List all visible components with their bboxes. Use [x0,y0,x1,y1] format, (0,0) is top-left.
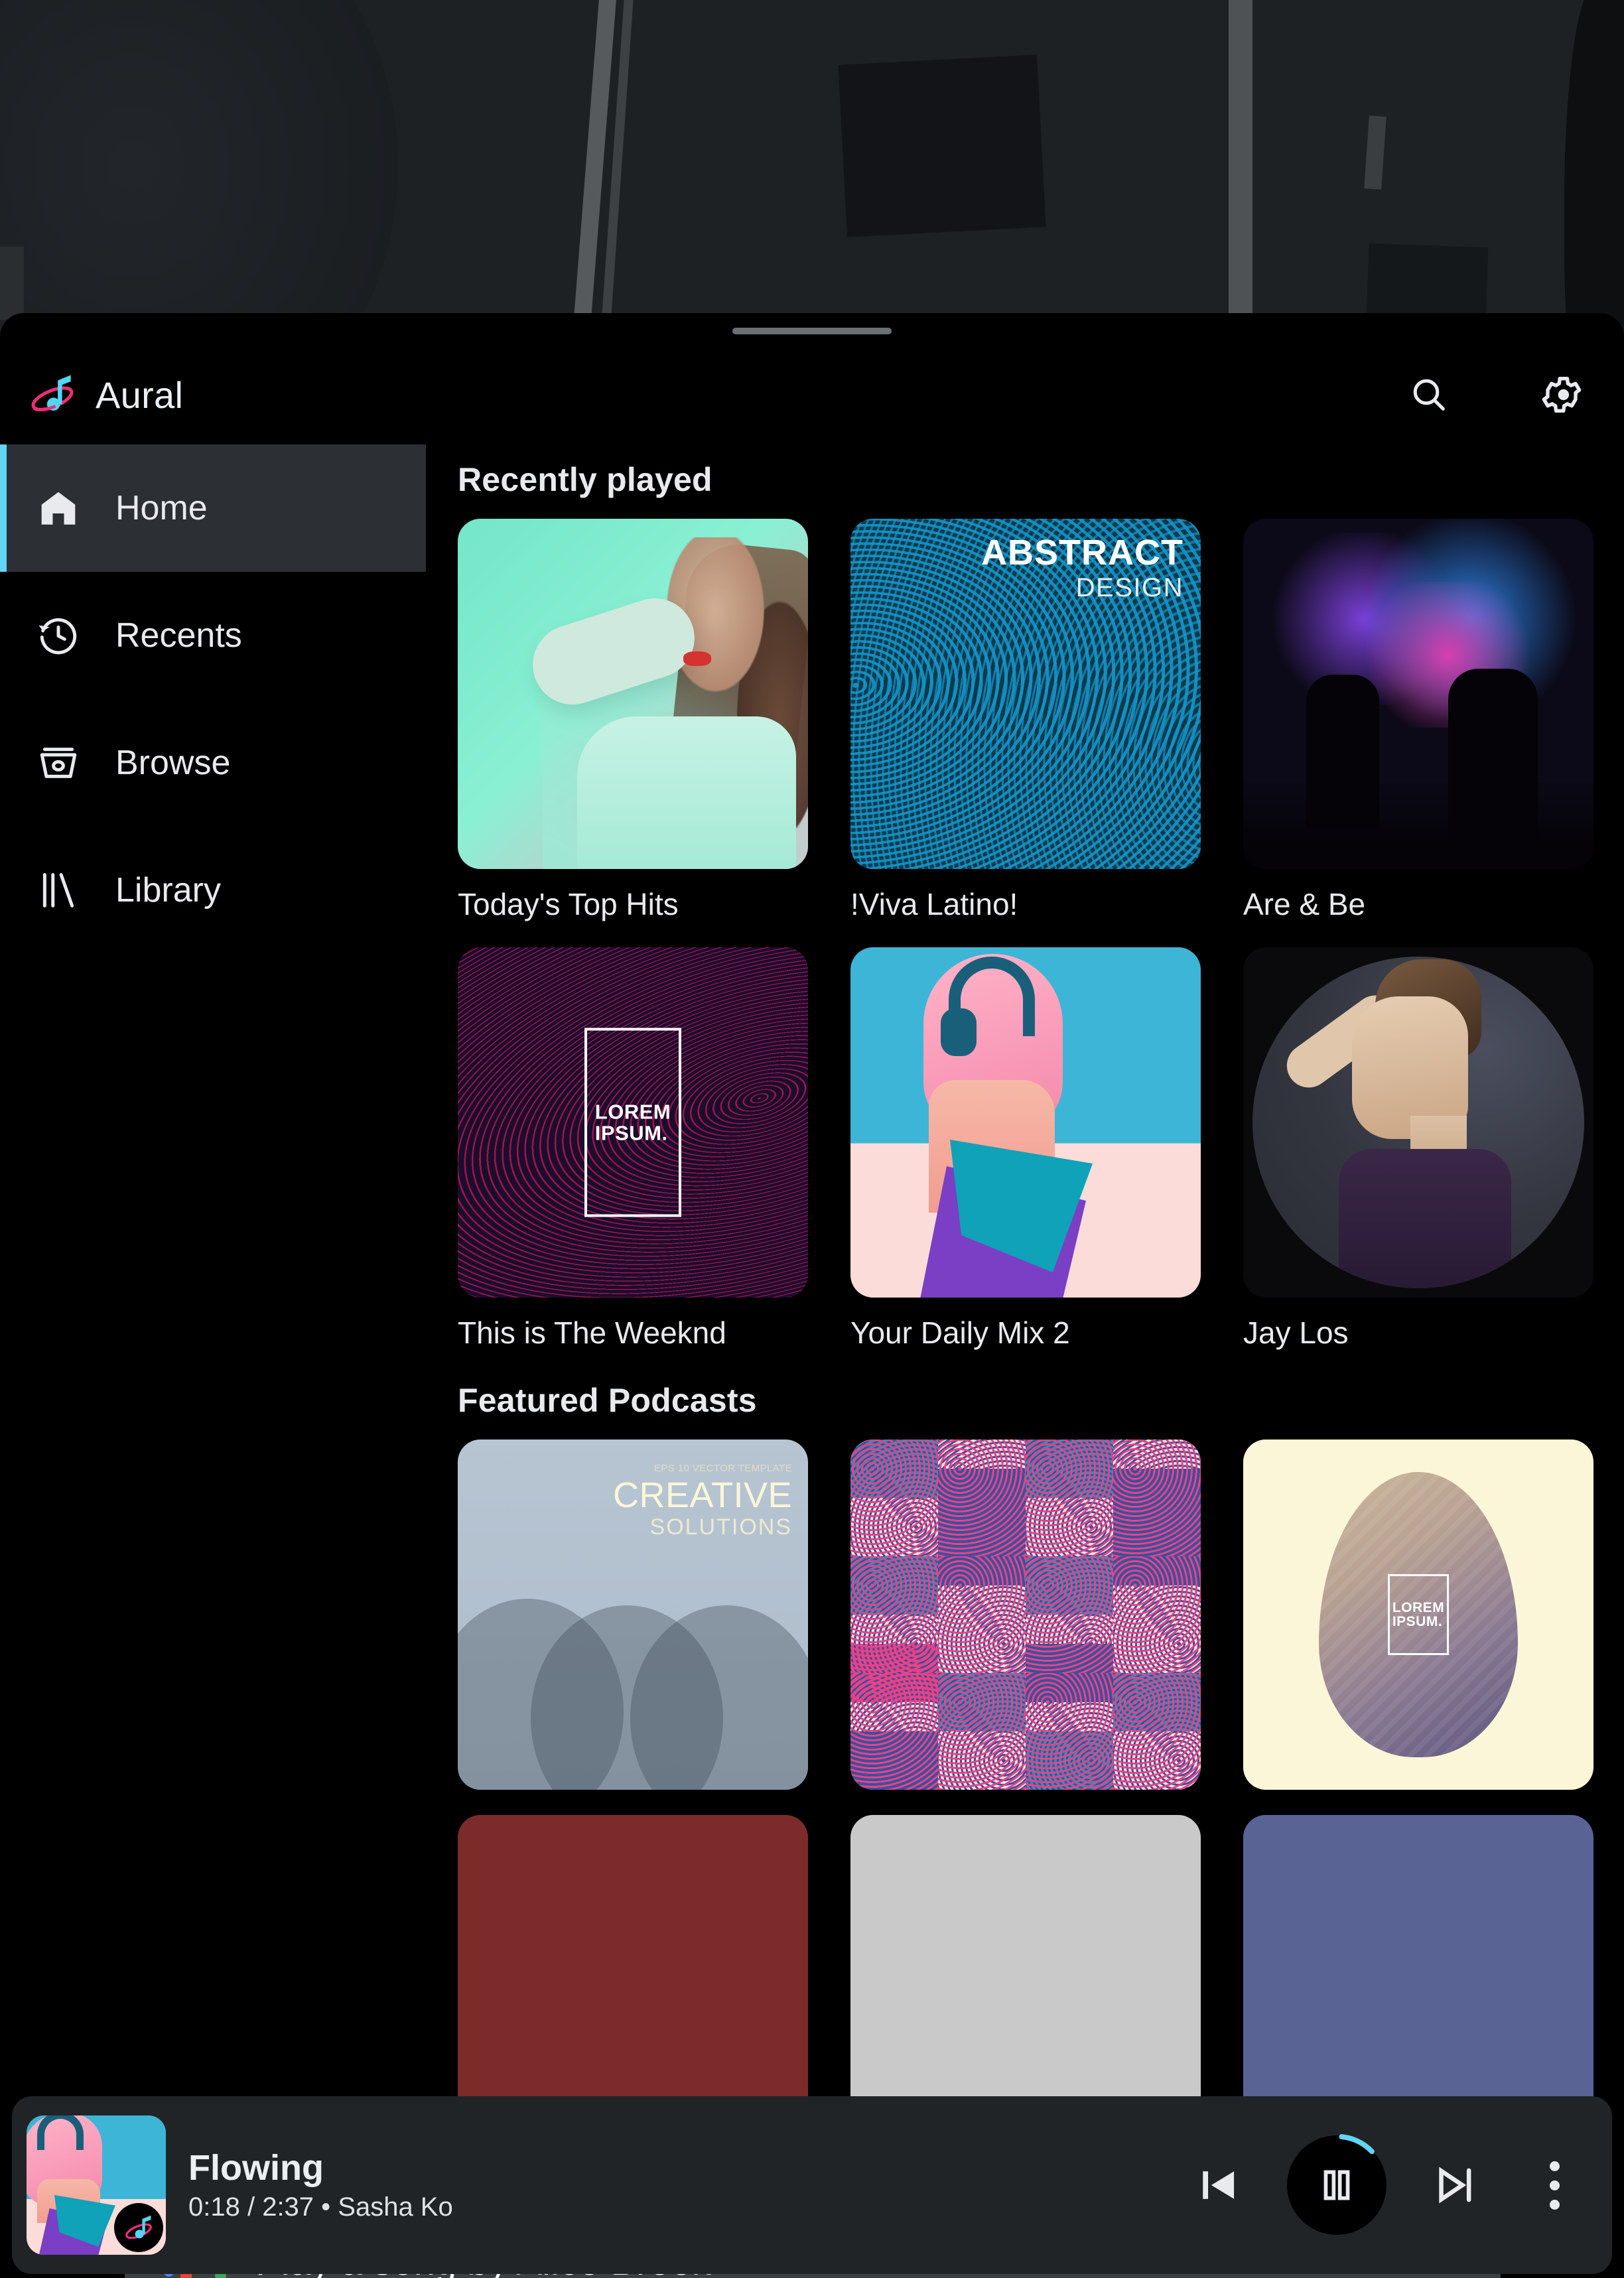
more-vert-icon[interactable] [1524,2149,1584,2222]
tile-your-daily-mix-2[interactable]: Your Daily Mix 2 [850,947,1201,1351]
art-text-primary: LOREM [594,1100,671,1124]
tile-row: Today's Top Hits ABSTRACT DESIGN !Viva L… [458,519,1624,922]
tile-label: Are & Be [1243,887,1366,921]
sidebar-item-home[interactable]: Home [0,444,426,572]
tile-label: This is The Weeknd [458,1315,726,1350]
player-bar: Flowing 0:18 / 2:37 • Sasha Ko [12,2096,1612,2274]
pause-button[interactable] [1285,2133,1388,2237]
album-art [458,519,808,869]
tile-lorem-ipsum-podcast[interactable]: LOREM IPSUM. [1243,1440,1593,1790]
app-body: Home Recents Browse Library Recently pla… [0,442,1624,2278]
library-icon [34,866,82,914]
tile-are-and-be[interactable]: Are & Be [1243,519,1593,922]
podcast-art [850,1440,1201,1790]
tile-todays-top-hits[interactable]: Today's Top Hits [458,519,808,922]
app-badge-icon [114,2203,163,2252]
background-panel [0,247,24,320]
sidebar-item-label: Recents [115,616,242,655]
art-text-primary: ABSTRACT [981,533,1184,572]
tile-row: EPS 10 VECTOR TEMPLATE CREATIVE SOLUTION… [458,1440,1624,1790]
tile-this-is-the-weeknd[interactable]: LOREM IPSUM. This is The Weeknd [458,947,808,1351]
art-text-eyebrow: EPS 10 VECTOR TEMPLATE [653,1463,792,1474]
section-title: Featured Podcasts [458,1382,757,1419]
album-art [850,947,1201,1298]
art-text-secondary: SOLUTIONS [649,1514,792,1540]
sidebar: Home Recents Browse Library [0,442,426,2278]
art-text-secondary: IPSUM. [594,1121,668,1144]
tile-row: LOREM IPSUM. This is The Weeknd Your Dai… [458,947,1624,1351]
art-text-primary: CREATIVE [612,1475,792,1515]
window-drag-handle[interactable] [732,328,892,334]
history-icon [34,612,82,659]
background-panel [838,54,1046,237]
podcast-art: LOREM IPSUM. [1243,1440,1593,1790]
app-bar-actions [1404,369,1587,420]
track-subtitle: 0:18 / 2:37 • Sasha Ko [188,2192,453,2222]
home-icon [34,484,82,532]
art-text-secondary: IPSUM. [1392,1614,1443,1629]
sidebar-item-label: Library [115,871,221,909]
content-area: Recently played Today's Top Hits ABSTRAC… [426,442,1624,2278]
app-title: Aural [96,373,184,416]
tile-label: Today's Top Hits [458,887,679,921]
tile-label: Jay Los [1243,1315,1349,1350]
section-title: Recently played [458,461,712,498]
search-icon[interactable] [1404,369,1454,420]
album-art [1243,947,1593,1298]
skip-next-icon[interactable] [1424,2153,1487,2217]
podcast-art: EPS 10 VECTOR TEMPLATE CREATIVE SOLUTION… [458,1440,808,1790]
tile-circles-pattern[interactable] [850,1440,1201,1790]
sidebar-item-recents[interactable]: Recents [0,572,426,699]
browse-icon [34,739,82,787]
track-title: Flowing [188,2148,324,2188]
music-note-orbit-icon [27,368,78,423]
art-text-secondary: DESIGN [1075,573,1184,602]
skip-previous-icon[interactable] [1186,2153,1250,2217]
background-panel [1364,115,1387,190]
sidebar-item-label: Home [115,489,208,527]
tile-label: !Viva Latino! [850,887,1018,921]
now-playing-thumbnail[interactable] [27,2115,166,2255]
album-art: LOREM IPSUM. [458,947,808,1298]
tile-label: Your Daily Mix 2 [850,1315,1070,1350]
sidebar-item-browse[interactable]: Browse [0,699,426,827]
album-art [1243,519,1593,869]
tile-creative-solutions[interactable]: EPS 10 VECTOR TEMPLATE CREATIVE SOLUTION… [458,1440,808,1790]
tile-viva-latino[interactable]: ABSTRACT DESIGN !Viva Latino! [850,519,1201,922]
now-playing-info: Flowing 0:18 / 2:37 • Sasha Ko [188,2150,453,2220]
gear-icon[interactable] [1536,369,1587,420]
art-text-primary: LOREM [1392,1599,1445,1615]
sidebar-item-label: Browse [115,744,231,782]
app-top-bar: Aural [0,348,1624,442]
app-window: Aural Home Recents Browse Library Recent… [0,313,1624,2278]
tile-jay-los[interactable]: Jay Los [1243,947,1593,1351]
album-art: ABSTRACT DESIGN [850,519,1201,869]
app-brand: Aural [27,368,183,423]
sidebar-item-library[interactable]: Library [0,827,426,954]
player-controls [1186,2133,1584,2237]
